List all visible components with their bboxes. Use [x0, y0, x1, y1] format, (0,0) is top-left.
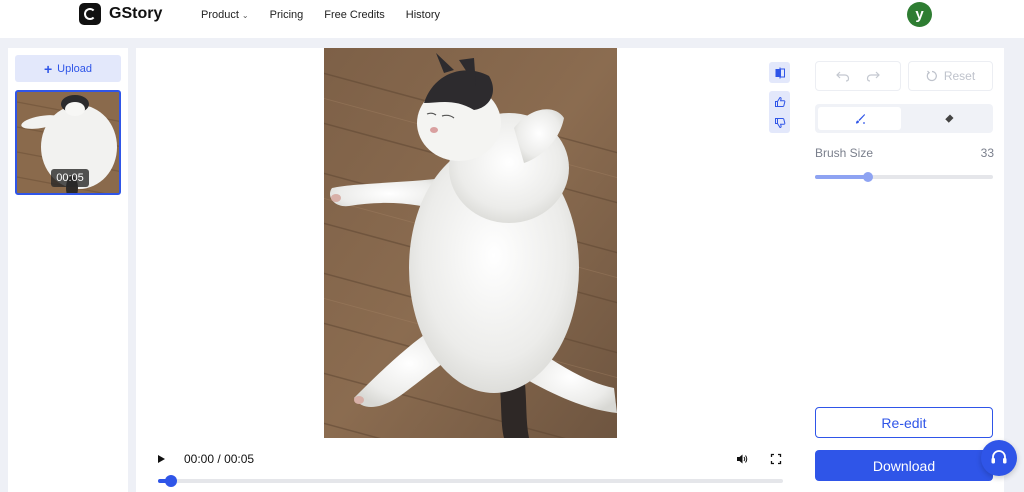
feedback-toolbar — [769, 62, 790, 133]
nav-label: Free Credits — [324, 9, 385, 21]
video-controls: 00:00 / 00:05 — [158, 449, 783, 469]
nav-item-pricing[interactable]: Pricing — [270, 9, 304, 21]
video-frame[interactable] — [324, 48, 617, 438]
seek-handle[interactable] — [164, 475, 177, 487]
reset-icon — [926, 70, 937, 82]
main-nav: Product ⌄ Pricing Free Credits History — [201, 9, 461, 21]
nav-label: Pricing — [269, 9, 304, 21]
tab-brush[interactable] — [818, 107, 901, 130]
rating-group — [769, 91, 790, 133]
upload-button[interactable]: + Upload — [15, 55, 121, 82]
thumbnail-duration: 00:05 — [51, 169, 89, 187]
fullscreen-icon[interactable] — [770, 453, 782, 465]
brush-size-value: 33 — [980, 146, 994, 160]
brush-size-label: Brush Size — [815, 146, 874, 160]
history-controls — [815, 61, 901, 91]
chevron-down-icon: ⌄ — [241, 10, 249, 20]
video-preview-panel: 00:00 / 00:05 — [136, 48, 805, 492]
eraser-icon — [944, 114, 953, 123]
seek-bar[interactable] — [158, 475, 783, 487]
redo-icon[interactable] — [866, 70, 880, 82]
time-display: 00:00 / 00:05 — [184, 452, 254, 466]
total-time: 00:05 — [224, 452, 255, 466]
top-header: GStory Product ⌄ Pricing Free Credits Hi… — [0, 0, 1024, 38]
reset-button[interactable]: Reset — [908, 61, 993, 91]
download-button[interactable]: Download — [815, 450, 993, 481]
tab-eraser[interactable] — [907, 107, 990, 130]
volume-icon[interactable] — [736, 453, 748, 465]
edit-tools-panel: Reset Brush Size 33 Re-edit Download — [805, 48, 1004, 492]
brush-icon — [855, 113, 865, 124]
thumbs-down-button[interactable] — [769, 112, 790, 133]
user-avatar[interactable]: y — [907, 2, 932, 27]
media-sidebar: + Upload 00:05 — [8, 48, 128, 492]
thumbs-up-button[interactable] — [769, 91, 790, 112]
undo-icon[interactable] — [836, 70, 850, 82]
re-edit-button[interactable]: Re-edit — [815, 407, 993, 438]
thumbs-up-icon — [774, 96, 785, 107]
thumbs-down-icon — [774, 117, 785, 128]
play-icon[interactable] — [158, 455, 165, 463]
nav-label: Product — [201, 9, 239, 21]
reset-label: Reset — [943, 69, 976, 83]
support-chat-button[interactable] — [981, 440, 1017, 476]
brush-size-slider[interactable] — [815, 172, 993, 182]
headset-icon — [991, 450, 1007, 464]
compare-button[interactable] — [769, 62, 790, 83]
gstory-logo-icon — [79, 3, 101, 25]
slider-handle[interactable] — [863, 172, 874, 182]
time-separator: / — [217, 452, 221, 466]
cat-photo-image — [324, 48, 617, 438]
nav-item-history[interactable]: History — [406, 9, 440, 21]
current-time: 00:00 — [184, 452, 215, 466]
video-thumbnail[interactable]: 00:05 — [15, 90, 121, 195]
nav-label: History — [405, 9, 441, 21]
brand-name: GStory — [109, 5, 163, 22]
slider-fill — [815, 175, 869, 179]
brand-logo[interactable]: GStory — [79, 3, 162, 25]
upload-label: Upload — [57, 62, 93, 75]
plus-icon: + — [43, 60, 53, 77]
tool-tabs — [815, 104, 993, 133]
nav-item-free-credits[interactable]: Free Credits — [324, 9, 385, 21]
compare-icon — [775, 67, 785, 78]
nav-item-product[interactable]: Product ⌄ — [201, 9, 249, 21]
